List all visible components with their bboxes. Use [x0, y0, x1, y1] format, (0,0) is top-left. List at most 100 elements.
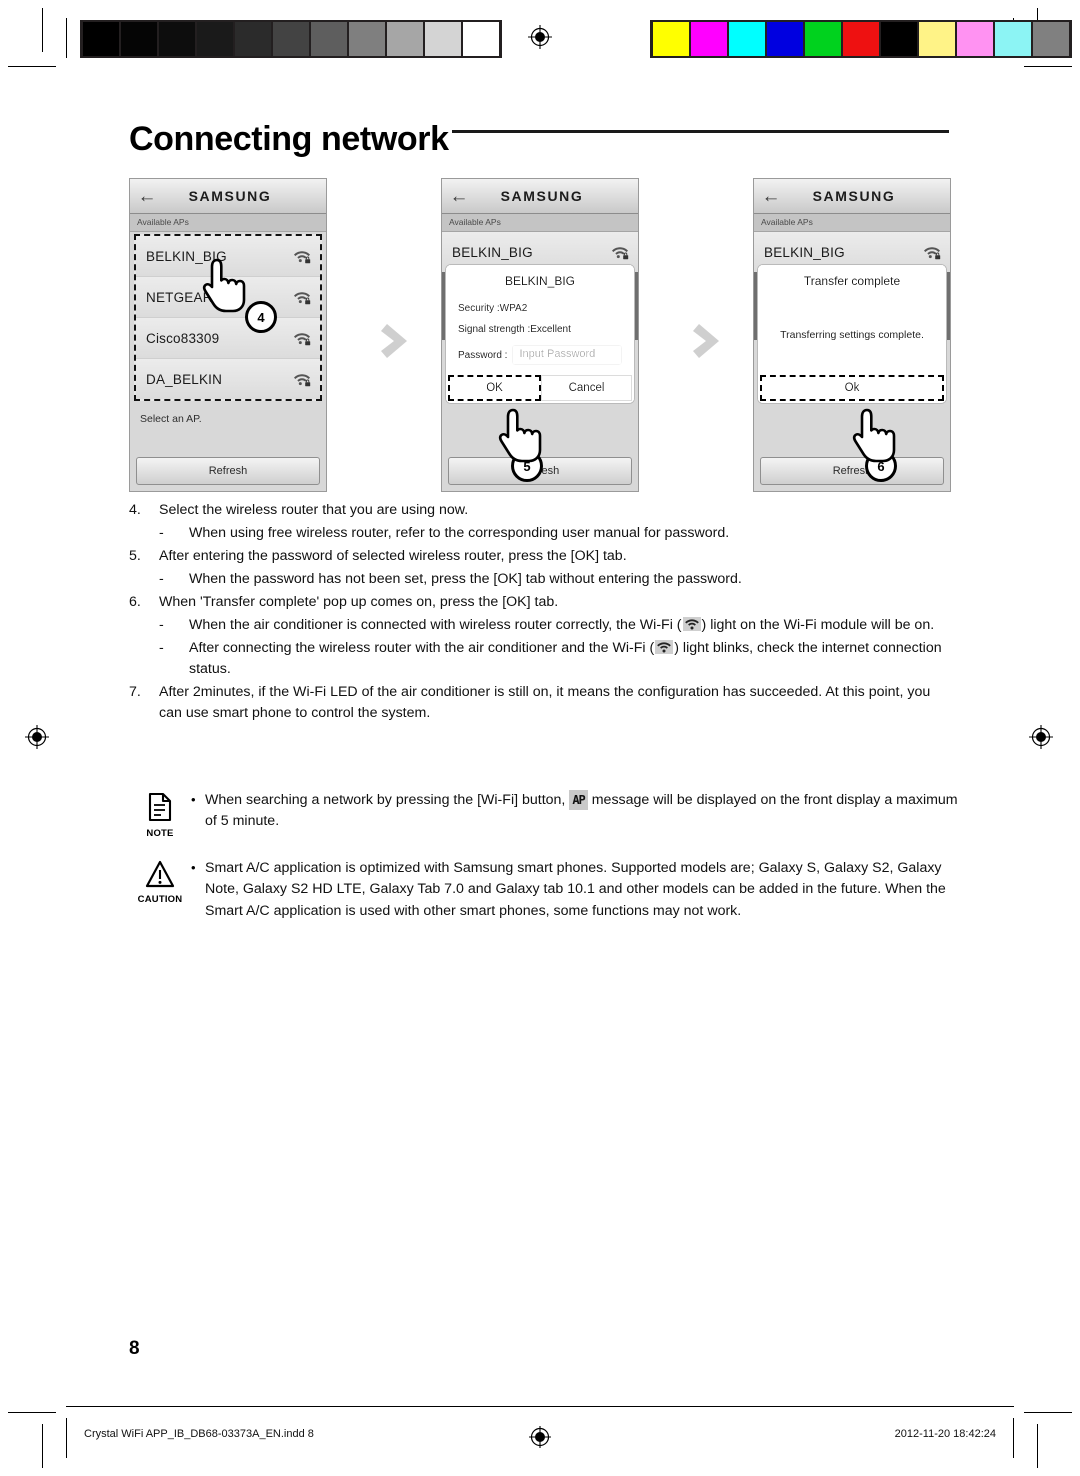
- list-marker: 5.: [129, 548, 141, 565]
- color-swatch-4: [805, 22, 841, 56]
- note-text: When searching a network by pressing the…: [205, 790, 959, 839]
- ap-name: BELKIN_BIG: [452, 244, 533, 260]
- signal-strength-label: Signal strength :Excellent: [458, 324, 571, 335]
- list-text-before: After connecting the wireless router wit…: [189, 640, 655, 657]
- gray-swatch-3: [197, 22, 233, 56]
- color-swatch-3: [767, 22, 803, 56]
- note-document-icon: [147, 792, 173, 826]
- list-marker: -: [159, 617, 164, 634]
- password-label: Password :: [458, 349, 508, 361]
- list-marker: 7.: [129, 684, 141, 701]
- gray-swatch-2: [159, 22, 195, 56]
- gray-swatch-4: [235, 22, 271, 56]
- back-arrow-icon[interactable]: ←: [442, 187, 476, 206]
- samsung-logo: SAMSUNG: [500, 188, 584, 204]
- dialog-title: Transfer complete: [760, 267, 944, 295]
- password-row: Password : Input Password: [458, 345, 622, 365]
- note-block: NOTE • When searching a network by press…: [129, 790, 959, 839]
- app-titlebar-1: ← SAMSUNG: [130, 179, 326, 214]
- wifi-lock-icon: [292, 248, 312, 264]
- step-bubble-4: 4: [245, 301, 277, 333]
- trim-edge-left-top: [66, 18, 67, 58]
- dialog-message: Transferring settings complete.: [780, 329, 924, 341]
- registration-mark-left: [24, 724, 50, 750]
- gray-swatch-0: [83, 22, 119, 56]
- back-arrow-icon[interactable]: ←: [130, 187, 164, 206]
- chevron-right-icon-2: [689, 318, 733, 364]
- caution-content: • Smart A/C application is optimized wit…: [191, 858, 959, 922]
- dialog-buttons: OK Cancel: [448, 375, 632, 401]
- dialog-body: Security :WPA2 Signal strength :Excellen…: [448, 295, 632, 375]
- pointing-hand-icon-1: [201, 256, 247, 313]
- list-item: - When the password has not been set, pr…: [129, 569, 953, 590]
- dialog-buttons: Ok: [760, 375, 944, 401]
- wifi-lock-icon: [922, 244, 942, 260]
- color-swatch-8: [957, 22, 993, 56]
- ap-name: DA_BELKIN: [146, 371, 223, 387]
- crop-mark-bl-v: [42, 1424, 43, 1468]
- bullet: •: [191, 792, 196, 807]
- refresh-button-1[interactable]: Refresh: [136, 457, 320, 485]
- grayscale-swatch-bar: [80, 20, 502, 58]
- wifi-icon: [655, 640, 674, 655]
- gray-swatch-1: [121, 22, 157, 56]
- back-arrow-icon[interactable]: ←: [754, 187, 788, 206]
- phone-screenshot-1: ← SAMSUNG Available APs BELKIN_BIG NETGE…: [129, 178, 327, 492]
- list-text: After 2minutes, if the Wi-Fi LED of the …: [159, 684, 931, 722]
- footer-rule: [66, 1406, 1014, 1407]
- figure-strip: ← SAMSUNG Available APs BELKIN_BIG NETGE…: [129, 178, 951, 492]
- list-item: 5. After entering the password of select…: [129, 546, 953, 567]
- select-ap-hint-1: Select an AP.: [140, 413, 202, 425]
- pointing-hand-icon-3: [851, 406, 897, 463]
- caution-label: CAUTION: [137, 894, 183, 905]
- cancel-button[interactable]: Cancel: [541, 375, 632, 401]
- instruction-list: 4. Select the wireless router that you a…: [129, 500, 953, 726]
- available-aps-label-2: Available APs: [442, 214, 638, 232]
- registration-mark-footer: [527, 1424, 553, 1455]
- gray-swatch-10: [463, 22, 499, 56]
- registration-mark-right: [1028, 724, 1054, 750]
- list-marker: -: [159, 525, 164, 542]
- password-input[interactable]: Input Password: [512, 345, 622, 365]
- ok-button[interactable]: OK: [448, 375, 541, 401]
- note-badge: NOTE: [129, 790, 191, 839]
- color-swatch-0: [653, 22, 689, 56]
- crop-mark-br-v: [1037, 1424, 1038, 1468]
- bullet: •: [191, 860, 196, 875]
- registration-mark-top: [527, 24, 553, 50]
- page-canvas: Connecting network ← SAMSUNG Available A…: [0, 0, 1080, 1476]
- list-marker: -: [159, 571, 164, 588]
- warning-triangle-icon: [145, 860, 175, 892]
- ap-list-item[interactable]: DA_BELKIN: [136, 359, 320, 399]
- caution-badge: CAUTION: [129, 858, 191, 922]
- gray-swatch-5: [273, 22, 309, 56]
- list-item: - When using free wireless router, refer…: [129, 523, 953, 544]
- security-label: Security :WPA2: [458, 303, 528, 314]
- list-item: 6. When 'Transfer complete' pop up comes…: [129, 592, 953, 613]
- list-text: When 'Transfer complete' pop up comes on…: [159, 594, 559, 611]
- ok-button[interactable]: Ok: [760, 375, 944, 401]
- color-swatch-7: [919, 22, 955, 56]
- list-marker: 4.: [129, 502, 141, 518]
- samsung-logo: SAMSUNG: [812, 188, 896, 204]
- gray-swatch-9: [425, 22, 461, 56]
- wifi-lock-icon: [292, 289, 312, 305]
- chevron-right-icon-1: [377, 318, 421, 364]
- ap-name: BELKIN_BIG: [764, 244, 845, 260]
- footer-timestamp: 2012-11-20 18:42:24: [894, 1428, 996, 1440]
- wifi-lock-icon: [292, 371, 312, 387]
- dialog-title: BELKIN_BIG: [448, 267, 632, 295]
- crop-mark-br-h: [1024, 1412, 1072, 1413]
- samsung-logo: SAMSUNG: [188, 188, 272, 204]
- ap-list-item[interactable]: Cisco83309: [136, 318, 320, 359]
- color-swatch-1: [691, 22, 727, 56]
- list-text: When the password has not been set, pres…: [189, 571, 742, 588]
- list-text: Select the wireless router that you are …: [159, 502, 469, 518]
- pointing-hand-icon-2: [497, 406, 543, 463]
- crop-mark-bl-h: [8, 1412, 56, 1413]
- list-marker: -: [159, 640, 164, 657]
- color-swatch-5: [843, 22, 879, 56]
- available-aps-label-1: Available APs: [130, 214, 326, 232]
- title-rule: [452, 130, 949, 133]
- list-item: 7. After 2minutes, if the Wi-Fi LED of t…: [129, 682, 953, 724]
